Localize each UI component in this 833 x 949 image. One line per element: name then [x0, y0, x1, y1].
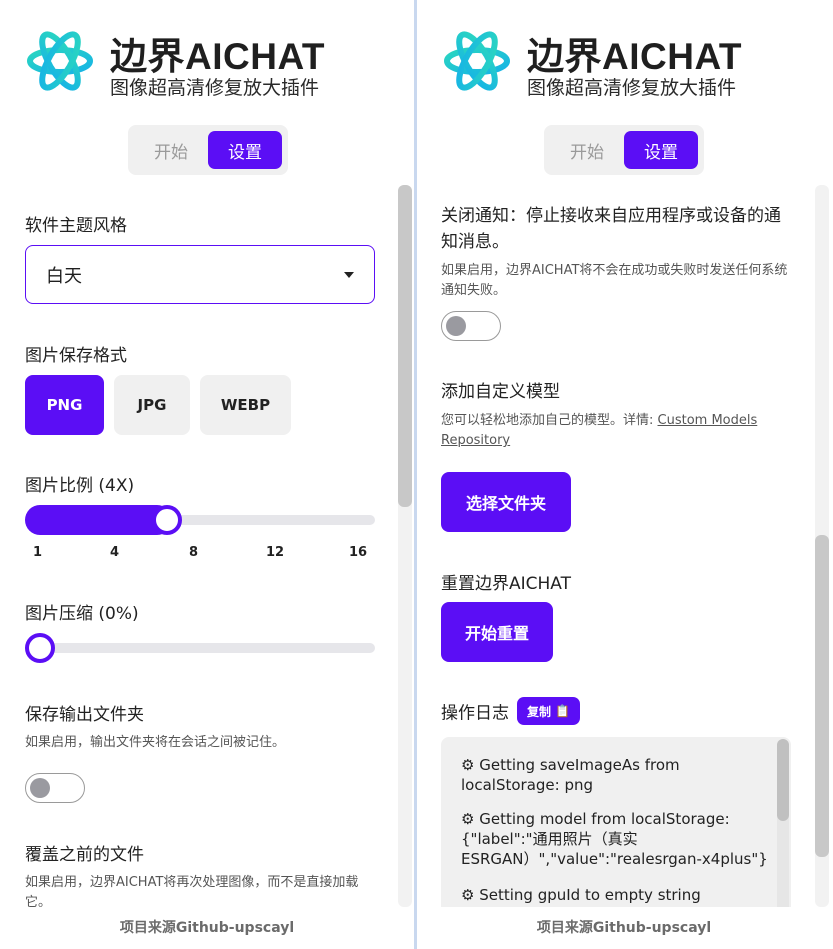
custom-models-label: 添加自定义模型: [441, 382, 560, 402]
overwrite-label: 覆盖之前的文件: [25, 845, 144, 865]
custom-models-desc-text: 您可以轻松地添加自己的模型。详情:: [441, 413, 658, 428]
notifications-desc: 如果启用，边界AICHAT将不会在成功或失败时发送任何系统通知失败。: [441, 263, 788, 298]
log-line: ⚙ Getting model from localStorage: {"lab…: [461, 810, 768, 868]
footer-credit: 项目来源Github-upscayl: [536, 920, 712, 936]
format-label: 图片保存格式: [25, 346, 127, 366]
app-title: 边界AICHAT: [527, 36, 743, 77]
gear-icon: ⚙: [461, 886, 475, 904]
left-scrollbar[interactable]: [398, 185, 412, 907]
app-subtitle: 图像超高清修复放大插件: [110, 77, 320, 99]
scale-tick: 1: [33, 545, 43, 560]
gear-icon: ⚙: [461, 810, 475, 828]
logs-label: 操作日志: [441, 703, 509, 724]
brand-header: 边界AICHAT 图像超高清修复放大插件: [441, 24, 821, 100]
scale-tick: 16: [349, 545, 368, 560]
logs-header: 操作日志 复制 📋: [441, 697, 580, 725]
format-png-button[interactable]: PNG: [25, 375, 104, 435]
right-scrollbar[interactable]: [815, 185, 829, 907]
brand-header: 边界AICHAT 图像超高清修复放大插件: [24, 24, 404, 100]
tab-bar: 开始 设置: [544, 125, 704, 175]
select-folder-button[interactable]: 选择文件夹: [441, 472, 571, 532]
tab-bar: 开始 设置: [128, 125, 288, 175]
compression-label: 图片压缩 (0%): [25, 604, 139, 624]
scale-slider-handle[interactable]: [152, 505, 182, 535]
theme-select[interactable]: 白天: [25, 245, 375, 304]
log-line: ⚙ Setting gpuId to empty string: [461, 886, 701, 904]
log-line: ⚙ Getting saveImageAs from localStorage:…: [461, 756, 680, 794]
save-folder-toggle[interactable]: [25, 773, 85, 803]
tab-settings[interactable]: 设置: [624, 131, 698, 169]
log-scrollbar-thumb[interactable]: [777, 739, 789, 821]
theme-select-value: 白天: [46, 265, 82, 287]
reset-button[interactable]: 开始重置: [441, 602, 553, 662]
clipboard-icon: 📋: [555, 704, 570, 718]
scale-label: 图片比例 (4X): [25, 476, 135, 496]
copy-label: 复制: [527, 704, 552, 719]
chevron-down-icon: [344, 272, 354, 278]
scale-tick: 4: [110, 545, 120, 560]
scale-tick: 8: [189, 545, 199, 560]
settings-list: 关闭通知：停止接收来自应用程序或设备的通知消息。 如果启用，边界AICHAT将不…: [417, 185, 817, 907]
footer-credit: 项目来源Github-upscayl: [119, 920, 295, 936]
app-logo-icon: [27, 31, 93, 91]
copy-logs-button[interactable]: 复制 📋: [517, 697, 580, 725]
tab-start[interactable]: 开始: [134, 131, 208, 169]
notifications-label: 关闭通知：停止接收来自应用程序或设备的通知消息。: [441, 206, 781, 252]
compression-slider-handle[interactable]: [25, 633, 55, 663]
format-webp-button[interactable]: WEBP: [200, 375, 291, 435]
reset-label: 重置边界AICHAT: [441, 574, 571, 594]
save-folder-desc: 如果启用，输出文件夹将在会话之间被记住。: [25, 735, 286, 750]
tab-settings[interactable]: 设置: [208, 131, 282, 169]
settings-pane-left: 边界AICHAT 图像超高清修复放大插件 开始 设置 软件主题风格 白天 图片保…: [0, 0, 414, 949]
log-scrollbar[interactable]: [777, 739, 789, 907]
format-jpg-button[interactable]: JPG: [114, 375, 190, 435]
scale-tick: 12: [266, 545, 285, 560]
app-logo-icon: [444, 31, 510, 91]
scale-slider-fill: [25, 505, 172, 535]
log-panel[interactable]: ⚙ Getting saveImageAs from localStorage:…: [441, 737, 791, 907]
settings-list: 软件主题风格 白天 图片保存格式 PNG JPG WEBP 图片比例 (4X) …: [0, 185, 400, 907]
left-scrollbar-thumb[interactable]: [398, 185, 412, 507]
gear-icon: ⚙: [461, 756, 475, 774]
compression-slider[interactable]: [25, 633, 375, 663]
notifications-toggle[interactable]: [441, 311, 501, 341]
tab-start[interactable]: 开始: [550, 131, 624, 169]
save-folder-label: 保存输出文件夹: [25, 705, 144, 725]
toggle-knob: [446, 316, 466, 336]
right-scrollbar-thumb[interactable]: [815, 535, 829, 857]
toggle-knob: [30, 778, 50, 798]
custom-models-desc: 您可以轻松地添加自己的模型。详情: Custom Models Reposito…: [441, 411, 771, 451]
app-title: 边界AICHAT: [110, 36, 326, 77]
settings-pane-right: 边界AICHAT 图像超高清修复放大插件 开始 设置 关闭通知：停止接收来自应用…: [417, 0, 831, 949]
app-subtitle: 图像超高清修复放大插件: [527, 77, 737, 99]
scale-slider[interactable]: [25, 505, 375, 535]
theme-label: 软件主题风格: [25, 216, 127, 236]
overwrite-desc: 如果启用，边界AICHAT将再次处理图像，而不是直接加载它。: [25, 875, 359, 907]
